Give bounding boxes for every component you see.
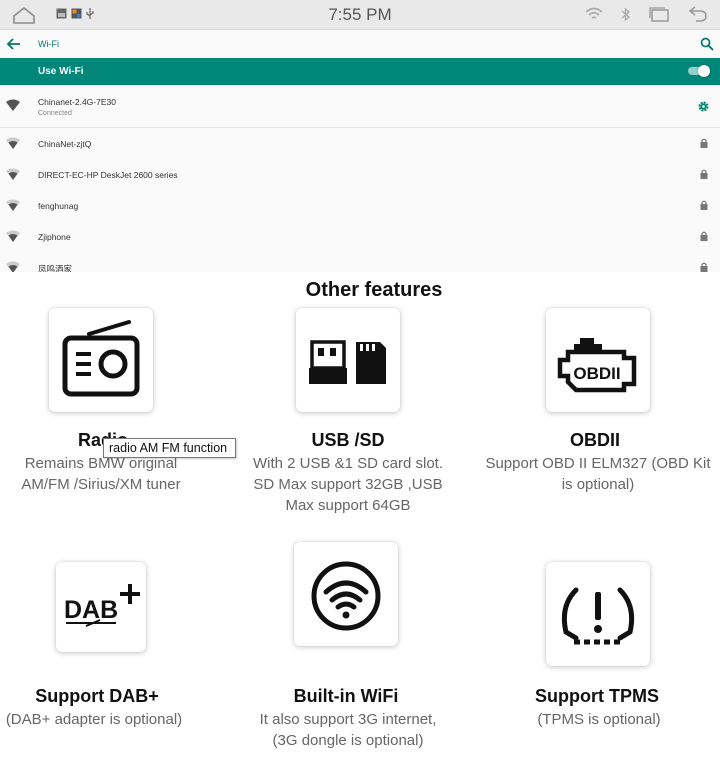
back-arrow-icon[interactable]: [6, 36, 22, 52]
recent-apps-icon[interactable]: [648, 6, 670, 22]
network-ssid: Chinanet-2.4G-7E30: [38, 97, 116, 107]
radio-icon: [62, 320, 140, 397]
dab-card: DAB: [56, 562, 146, 652]
network-item[interactable]: ChinaNet-zjtQ: [0, 128, 720, 159]
use-wifi-label: Use Wi-Fi: [38, 66, 84, 77]
usb-sd-title: USB /SD: [311, 430, 385, 450]
wifi-signal-icon: [6, 199, 20, 211]
lock-icon: [700, 231, 708, 241]
wifi-toggle-thumb: [698, 65, 710, 77]
obd-label: OBDII: [573, 364, 620, 383]
dab-title: Support DAB+: [35, 686, 159, 706]
wifi-signal-icon: [6, 230, 20, 242]
tpms-card: [546, 562, 650, 666]
network-list: Chinanet-2.4G-7E30 Connected ChinaNet-zj…: [0, 85, 720, 283]
wifi-toggle[interactable]: [688, 65, 710, 77]
lock-icon: [700, 169, 708, 179]
wifi-icon: [311, 561, 381, 631]
network-ssid: DIRECT-EC-HP DeskJet 2600 series: [38, 170, 178, 180]
lock-icon: [700, 138, 708, 148]
status-right-icons: [585, 6, 708, 22]
status-bar: 7:55 PM: [0, 0, 720, 30]
back-nav-icon[interactable]: [688, 6, 708, 22]
wifi-card: [294, 542, 398, 646]
lock-icon: [700, 262, 708, 272]
wifi-signal-icon: [6, 137, 20, 149]
features-heading: Other features: [305, 279, 443, 301]
dab-icon: DAB: [64, 584, 140, 627]
usb-sd-description: With 2 USB &1 SD card slot. SD Max suppo…: [252, 455, 444, 514]
dab-label: DAB: [64, 596, 118, 624]
usb-sd-card: [296, 308, 400, 412]
network-ssid: fenghunag: [38, 201, 79, 211]
tpms-icon: [561, 587, 635, 645]
search-icon[interactable]: [700, 37, 714, 51]
network-item-connected[interactable]: Chinanet-2.4G-7E30 Connected: [0, 85, 720, 128]
network-item[interactable]: fenghunag: [0, 190, 720, 221]
network-item[interactable]: Zjiphone: [0, 221, 720, 252]
page-title: Wi-Fi: [38, 39, 59, 49]
obd-card: OBDII: [546, 308, 650, 412]
radio-description: Remains BMW original AM/FM /Sirius/XM tu…: [21, 455, 181, 493]
features-section: Other features Radio Remains BMW origina…: [0, 272, 720, 760]
radio-card: [49, 308, 153, 412]
obd-engine-icon: OBDII: [557, 338, 637, 393]
tpms-title: Support TPMS: [535, 686, 659, 706]
network-ssid: ChinaNet-zjtQ: [38, 139, 92, 149]
bluetooth-icon: [621, 7, 630, 21]
wifi-signal-icon: [6, 99, 20, 111]
use-wifi-row[interactable]: Use Wi-Fi: [0, 58, 720, 85]
android-wifi-screen: 7:55 PM Wi-Fi Use Wi-Fi Chinanet-2.4G-7E…: [0, 0, 720, 274]
network-ssid: Zjiphone: [38, 232, 71, 242]
network-item[interactable]: DIRECT-EC-HP DeskJet 2600 series: [0, 159, 720, 190]
wifi-title-bar: Wi-Fi: [0, 30, 720, 58]
usb-sd-icon: [309, 340, 386, 384]
lock-icon: [700, 200, 708, 210]
wifi-status-icon: [585, 7, 603, 19]
dab-description: (DAB+ adapter is optional): [5, 711, 183, 728]
gear-icon[interactable]: [697, 100, 710, 113]
obd-description: Support OBD II ELM327 (OBD Kit is option…: [485, 455, 711, 493]
wifi-title: Built-in WiFi: [293, 686, 399, 706]
wifi-signal-icon: [6, 168, 20, 180]
obd-title: OBDII: [569, 430, 620, 450]
network-status: Connected: [38, 110, 72, 117]
tooltip: radio AM FM function: [103, 438, 236, 458]
wifi-description: It also support 3G internet, (3G dongle …: [259, 711, 437, 749]
tpms-description: (TPMS is optional): [537, 711, 661, 728]
